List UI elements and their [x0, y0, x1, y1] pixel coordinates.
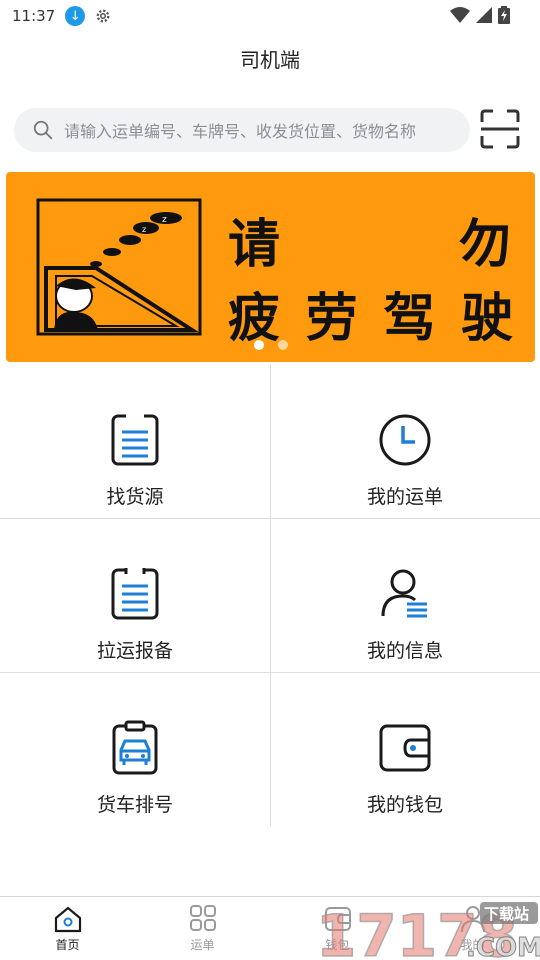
carousel-dot[interactable] [278, 340, 288, 350]
grid-icon [189, 905, 216, 931]
battery-icon [498, 6, 510, 28]
search-input[interactable]: 请输入运单编号、车牌号、收发货位置、货物名称 [14, 108, 470, 152]
grid-item-label: 我的信息 [366, 640, 443, 662]
nav-label: 首页 [55, 938, 80, 952]
my-waybills-button[interactable]: 我的运单 [270, 364, 540, 518]
find-cargo-button[interactable]: 找货源 [0, 364, 270, 518]
banner-carousel[interactable]: z z 请 勿 疲 劳 驾 驶 [6, 172, 535, 362]
banner-char: 驶 [460, 289, 513, 349]
grid-item-label: 货车排号 [96, 794, 173, 816]
clipboard-list-icon [111, 567, 159, 620]
sleeping-driver-illustration: z z [36, 198, 202, 336]
grid-item-label: 找货源 [106, 486, 164, 508]
site-watermark: 17178 下载站 .COM [315, 900, 540, 960]
banner-line-1: 请 勿 [228, 202, 513, 277]
banner-char: 劳 [305, 289, 358, 349]
user-info-icon [381, 569, 427, 618]
gear-icon [93, 6, 113, 26]
svg-text:z: z [142, 225, 146, 234]
signal-icon [476, 7, 492, 27]
document-list-icon [111, 413, 159, 466]
transport-report-button[interactable]: 拉运报备 [0, 518, 270, 672]
wallet-icon [379, 724, 431, 772]
grid-item-label: 我的钱包 [366, 794, 443, 816]
banner-char: 勿 [458, 215, 513, 275]
nav-item-home[interactable]: 首页 [0, 897, 135, 960]
truck-queue-icon [112, 720, 158, 775]
search-icon [33, 120, 53, 140]
my-wallet-button[interactable]: 我的钱包 [270, 672, 540, 826]
svg-text:z: z [162, 215, 167, 225]
clock-icon [379, 414, 431, 466]
function-grid: 找货源 我的运单 拉运报备 我的信息 货车排号 我的钱包 [0, 364, 540, 826]
watermark-site: 下载站 [484, 905, 529, 923]
carousel-indicator [254, 340, 288, 350]
status-bar: 11:37 ↓ [0, 0, 540, 32]
search-placeholder: 请输入运单编号、车牌号、收发货位置、货物名称 [64, 122, 417, 141]
carousel-dot[interactable] [254, 340, 264, 350]
scan-button[interactable] [478, 108, 522, 150]
truck-queue-button[interactable]: 货车排号 [0, 672, 270, 826]
nav-item-waybill[interactable]: 运单 [135, 897, 270, 960]
grid-item-label: 拉运报备 [96, 640, 173, 662]
download-icon: ↓ [65, 6, 86, 26]
banner-char: 驾 [383, 289, 436, 349]
status-time: 11:37 [12, 7, 56, 25]
grid-item-label: 我的运单 [366, 486, 443, 508]
my-info-button[interactable]: 我的信息 [270, 518, 540, 672]
page-title: 司机端 [240, 48, 300, 72]
nav-label: 运单 [190, 938, 215, 952]
scan-icon [480, 109, 520, 149]
watermark-suffix: .COM [466, 933, 540, 960]
wifi-icon [450, 7, 470, 27]
banner-char: 请 [228, 215, 283, 275]
home-icon [54, 906, 81, 933]
